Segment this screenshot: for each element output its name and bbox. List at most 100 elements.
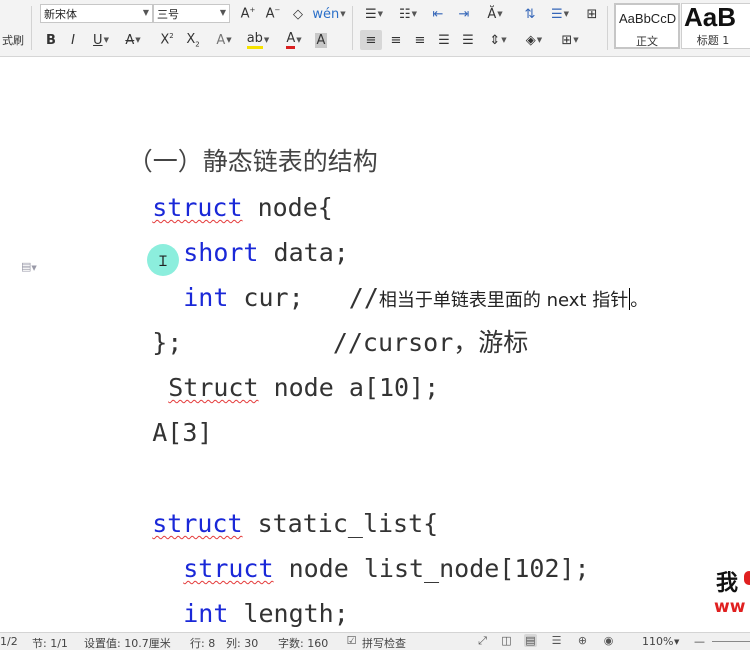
format-painter-button[interactable]: 式刷 (0, 30, 26, 50)
font-size-select[interactable]: 三号 ▼ (153, 4, 230, 23)
style-heading1-preview: AaB (684, 2, 737, 32)
strikethrough-button[interactable]: A ▼ (120, 30, 146, 50)
align-left-button[interactable]: ≡ (360, 30, 382, 50)
watermark-dot (744, 571, 750, 585)
chevron-down-icon: ▼ (135, 36, 141, 44)
zoom-dropdown-icon[interactable]: ▼ (674, 638, 679, 646)
borders-icon: ⊞ (561, 32, 573, 48)
phonetic-guide-button[interactable]: wén ▼ (312, 4, 345, 24)
code-line-1: struct node{ (92, 163, 333, 222)
chevron-down-icon: ▼ (497, 10, 503, 18)
change-case-button[interactable]: Ă ▼ (480, 4, 510, 24)
decrease-indent-button[interactable]: ⇤ (428, 4, 448, 24)
eye-protection-icon[interactable]: ◉ (602, 634, 615, 647)
justify-icon: ☰ (438, 32, 450, 48)
code-line-7: struct static_list{ (92, 479, 438, 538)
code-line-9: int length; (123, 569, 349, 628)
paragraph-options-icon[interactable]: ▤▼ (21, 260, 37, 273)
distributed-button[interactable]: ☰ (458, 30, 478, 50)
phonetic-guide-icon: wén (312, 6, 340, 22)
clear-format-icon: ◇ (293, 6, 303, 22)
chevron-down-icon: ▼ (219, 8, 226, 17)
shrink-font-button[interactable]: A− (263, 4, 283, 24)
shading-button[interactable]: ◈ ▼ (520, 30, 548, 50)
code-line-8: struct node list_node[102]; (123, 524, 589, 583)
chevron-down-icon: ▼ (536, 36, 543, 44)
chevron-down-icon: ▼ (563, 10, 570, 18)
paragraph-spacing-button[interactable]: ⇕ ▼ (484, 30, 512, 50)
paragraph-spacing-icon: ⇕ (489, 32, 501, 48)
grow-font-icon: A+ (240, 6, 256, 22)
increase-indent-icon: ⇥ (458, 6, 470, 22)
status-page[interactable]: 1/2 (0, 635, 18, 648)
align-center-button[interactable]: ≡ (386, 30, 406, 50)
style-heading1-button[interactable]: AaB 标题 1 (681, 2, 750, 49)
style-normal-button[interactable]: AaBbCcD 正文 (614, 3, 680, 49)
code-line-2: short data; (123, 208, 349, 267)
watermark-text-1: 我 (716, 571, 739, 596)
shrink-font-icon: A− (265, 6, 281, 22)
spell-check-icon[interactable]: ☑ (345, 634, 358, 647)
chevron-down-icon: ▼ (263, 36, 270, 44)
sort-button[interactable]: ⇅ (520, 4, 540, 24)
font-color-button[interactable]: A ▼ (280, 30, 308, 50)
zoom-out-button[interactable]: — (694, 635, 705, 648)
code-line-5: Struct node a[10]; (108, 343, 439, 402)
align-right-button[interactable]: ≡ (410, 30, 430, 50)
bold-button[interactable]: B (42, 30, 60, 50)
line-spacing-button[interactable]: ☰ ▼ (546, 4, 574, 24)
bullets-button[interactable]: ☰ ▼ (360, 4, 388, 24)
comment-tail: 。 (630, 290, 649, 311)
clear-format-button[interactable]: ◇ (288, 4, 308, 24)
font-name-select[interactable]: 新宋体 ▼ (40, 4, 153, 23)
keyword-int: int (183, 599, 229, 628)
borders-button[interactable]: ⊞ ▼ (556, 30, 584, 50)
sort-icon: ⇅ (524, 6, 536, 22)
zoom-level[interactable]: 110% (642, 635, 673, 648)
highlight-button[interactable]: ab ▼ (243, 30, 273, 50)
zoom-slider[interactable] (712, 641, 750, 642)
table-button[interactable]: ⊞ (582, 4, 602, 24)
watermark-logo: 我 ww (714, 565, 750, 625)
italic-button[interactable]: I (64, 30, 82, 50)
code-line-6: A[3] (92, 388, 212, 447)
chevron-down-icon: ▼ (296, 36, 302, 44)
char-shading-button[interactable]: A (312, 30, 330, 50)
strikethrough-icon: A (125, 32, 135, 48)
text-effect-button[interactable]: A ▼ (210, 30, 238, 50)
italic-icon: I (71, 32, 75, 48)
code-line-3: int cur; //相当于单链表里面的 next 指针。 (123, 253, 648, 312)
table-icon: ⊞ (586, 6, 598, 22)
code-line-4: }; //cursor，游标 (92, 298, 528, 357)
code-line-10: }; (92, 614, 182, 632)
chevron-down-icon: ▼ (501, 36, 507, 44)
grow-font-button[interactable]: A+ (238, 4, 258, 24)
ribbon-separator (607, 6, 608, 50)
outline-view-icon[interactable]: ☰ (550, 634, 563, 647)
page-view-icon[interactable]: ▤ (524, 634, 537, 647)
change-case-icon: Ă (487, 6, 497, 22)
char-shading-icon: A (314, 32, 328, 48)
style-normal-preview: AaBbCcD (619, 11, 677, 26)
reading-mode-icon[interactable]: ◫ (500, 634, 513, 647)
document-page[interactable]: ▤▼ （一）静态链表的结构 struct node{ short data; i… (0, 57, 750, 632)
watermark-text-2: ww (714, 597, 746, 617)
chevron-down-icon: ▼ (573, 36, 579, 44)
increase-indent-button[interactable]: ⇥ (454, 4, 474, 24)
underline-icon: U (93, 32, 103, 48)
web-view-icon[interactable]: ⊕ (576, 634, 589, 647)
decrease-indent-icon: ⇤ (432, 6, 444, 22)
subscript-button[interactable]: X2 (182, 30, 204, 50)
status-bar: 1/2 节: 1/1 设置值: 10.7厘米 行: 8 列: 30 字数: 16… (0, 632, 750, 650)
justify-button[interactable]: ☰ (434, 30, 454, 50)
font-size-value: 三号 (157, 7, 179, 21)
chevron-down-icon: ▼ (377, 10, 384, 18)
ibeam-cursor-icon: Ｉ (156, 254, 170, 270)
line-spacing-icon: ☰ (550, 6, 563, 22)
underline-button[interactable]: U ▼ (88, 30, 114, 50)
bold-icon: B (46, 32, 56, 48)
full-screen-icon[interactable]: ⤢ (476, 634, 489, 647)
numbering-button[interactable]: ☷ ▼ (394, 4, 422, 24)
code-text: A[3] (152, 418, 213, 447)
superscript-button[interactable]: X2 (156, 30, 178, 50)
